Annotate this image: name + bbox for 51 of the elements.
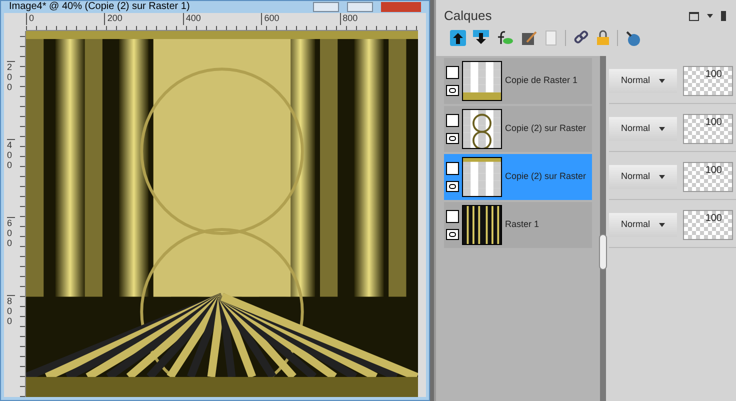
ruler-label: 200 xyxy=(7,61,15,139)
opacity-field[interactable]: 100 xyxy=(683,210,733,240)
blend-mode-dropdown[interactable]: Normal xyxy=(609,68,677,92)
opacity-field[interactable]: 100 xyxy=(683,114,733,144)
arrow-down-icon[interactable] xyxy=(473,30,489,46)
layer-name: Copie (2) sur Raster xyxy=(505,170,586,184)
caret-icon xyxy=(659,174,665,178)
layer-name: Copie (2) sur Raster xyxy=(505,122,586,136)
ruler-label: 600 xyxy=(7,217,15,295)
layer-thumbnail xyxy=(462,157,502,197)
arrow-up-icon[interactable] xyxy=(450,30,466,46)
layer-group-icon[interactable] xyxy=(446,66,459,79)
blend-mode-dropdown[interactable]: Normal xyxy=(609,116,677,140)
blend-mode-dropdown[interactable]: Normal xyxy=(609,164,677,188)
ruler-label: 400 xyxy=(7,139,15,217)
layer-group-icon[interactable] xyxy=(446,210,459,223)
panel-title: Calques xyxy=(444,7,493,26)
layer-name: Copie de Raster 1 xyxy=(505,74,578,88)
blend-mode-dropdown[interactable]: Normal xyxy=(609,212,677,236)
layer-thumbnail xyxy=(462,61,502,101)
ruler-label: 200 xyxy=(104,13,183,25)
layer-name: Raster 1 xyxy=(505,218,540,232)
layer-group-icon[interactable] xyxy=(446,114,459,127)
layer-row[interactable]: Copie (2) sur Raster xyxy=(444,106,592,152)
lock-icon[interactable] xyxy=(596,30,610,46)
ruler-label: 0 xyxy=(26,13,104,25)
caret-icon xyxy=(659,78,665,82)
window-title: Image4* @ 40% (Copie (2) sur Raster 1) xyxy=(9,1,191,13)
layer-row[interactable]: Raster 1 xyxy=(444,202,592,248)
caret-icon xyxy=(659,222,665,226)
link-icon[interactable] xyxy=(573,30,589,46)
ruler-label: 400 xyxy=(182,13,262,25)
brush-icon[interactable] xyxy=(521,30,537,46)
minimize-button[interactable] xyxy=(313,2,339,12)
maximize-button[interactable] xyxy=(347,2,373,12)
opacity-field[interactable]: 100 xyxy=(683,66,733,96)
caret-icon xyxy=(659,126,665,130)
layer-row[interactable]: Copie de Raster 1 xyxy=(444,58,592,104)
ruler-label: 600 xyxy=(261,13,340,25)
splitter-handle[interactable] xyxy=(599,234,607,270)
layer-thumbnail xyxy=(462,109,502,149)
page-icon xyxy=(544,30,558,46)
panel-menu-icon[interactable] xyxy=(689,12,699,20)
layer-thumbnail xyxy=(462,205,502,245)
opacity-field[interactable]: 100 xyxy=(683,162,733,192)
mask-icon[interactable] xyxy=(625,30,641,46)
ruler-label: 800 xyxy=(340,13,418,25)
layer-group-icon[interactable] xyxy=(446,162,459,175)
ruler-label: 800 xyxy=(7,295,15,373)
caret-icon[interactable] xyxy=(707,14,713,18)
layer-row[interactable]: Copie (2) sur Raster xyxy=(444,154,592,200)
